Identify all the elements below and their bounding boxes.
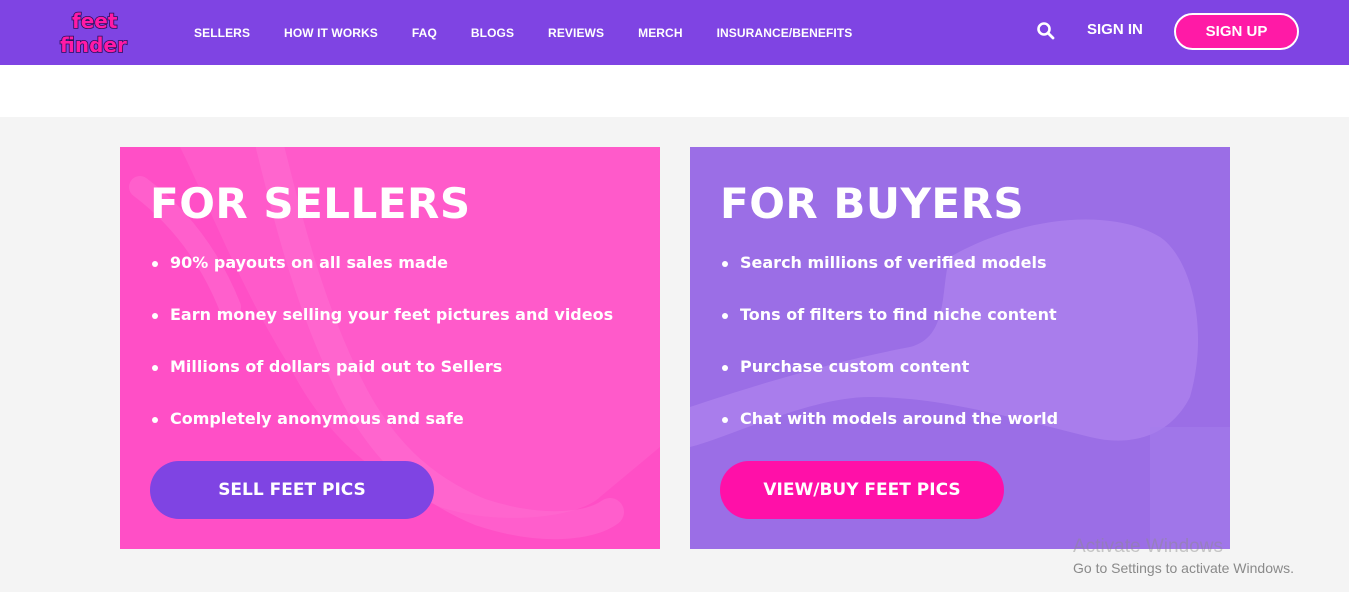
sell-feet-pics-button[interactable]: SELL FEET PICS bbox=[150, 461, 434, 519]
nav-blogs[interactable]: BLOGS bbox=[471, 26, 514, 40]
logo-text-top: feet bbox=[72, 9, 118, 33]
top-navbar: feet finder SELLERS HOW IT WORKS FAQ BLO… bbox=[0, 0, 1349, 65]
windows-activation-watermark: Activate Windows Go to Settings to activ… bbox=[1073, 536, 1294, 576]
sellers-bullet: Millions of dollars paid out to Sellers bbox=[150, 355, 613, 407]
buyers-title: FOR BUYERS bbox=[720, 179, 1025, 228]
sign-in-link[interactable]: SIGN IN bbox=[1087, 21, 1143, 38]
feetfinder-logo[interactable]: feet finder bbox=[58, 6, 142, 58]
nav-sellers[interactable]: SELLERS bbox=[194, 26, 250, 40]
buyers-card: FOR BUYERS Search millions of verified m… bbox=[690, 147, 1230, 549]
header-spacer bbox=[0, 65, 1349, 117]
sellers-bullet-list: 90% payouts on all sales made Earn money… bbox=[150, 251, 613, 459]
sign-up-button[interactable]: SIGN UP bbox=[1174, 13, 1299, 50]
nav-faq[interactable]: FAQ bbox=[412, 26, 437, 40]
view-buy-feet-pics-button[interactable]: VIEW/BUY FEET PICS bbox=[720, 461, 1004, 519]
logo-text-bottom: finder bbox=[60, 33, 127, 57]
watermark-title: Activate Windows bbox=[1073, 536, 1223, 557]
sellers-bullet: Completely anonymous and safe bbox=[150, 407, 613, 459]
buyers-bullet: Tons of filters to find niche content bbox=[720, 303, 1058, 355]
buyers-bullet: Purchase custom content bbox=[720, 355, 1058, 407]
buyers-bullet: Search millions of verified models bbox=[720, 251, 1058, 303]
main-nav: SELLERS HOW IT WORKS FAQ BLOGS REVIEWS M… bbox=[194, 0, 886, 65]
sellers-card: FOR SELLERS 90% payouts on all sales mad… bbox=[120, 147, 660, 549]
buyers-bullet: Chat with models around the world bbox=[720, 407, 1058, 459]
nav-how-it-works[interactable]: HOW IT WORKS bbox=[284, 26, 378, 40]
sellers-bullet: 90% payouts on all sales made bbox=[150, 251, 613, 303]
nav-merch[interactable]: MERCH bbox=[638, 26, 683, 40]
sellers-bullet: Earn money selling your feet pictures an… bbox=[150, 303, 613, 355]
nav-reviews[interactable]: REVIEWS bbox=[548, 26, 604, 40]
buyers-bullet-list: Search millions of verified models Tons … bbox=[720, 251, 1058, 459]
search-icon[interactable] bbox=[1036, 21, 1056, 41]
nav-insurance-benefits[interactable]: INSURANCE/BENEFITS bbox=[717, 26, 853, 40]
sellers-title: FOR SELLERS bbox=[150, 179, 471, 228]
watermark-subtitle: Go to Settings to activate Windows. bbox=[1073, 560, 1294, 576]
